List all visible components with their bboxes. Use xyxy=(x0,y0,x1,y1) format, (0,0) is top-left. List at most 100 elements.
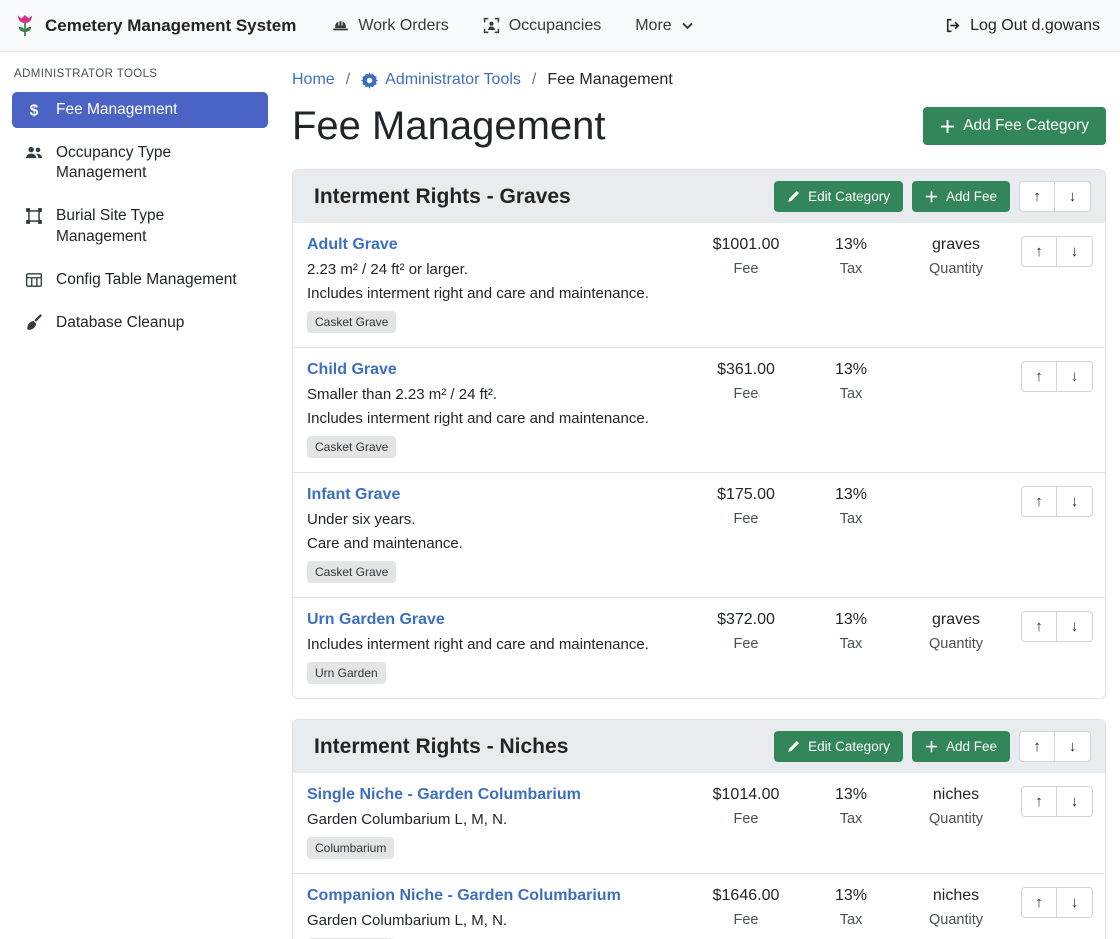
move-fee-up-button[interactable]: ↑ xyxy=(1021,236,1057,267)
fee-move-group: ↑ ↓ xyxy=(1021,486,1093,517)
move-fee-up-button[interactable]: ↑ xyxy=(1021,786,1057,817)
chevron-down-icon xyxy=(681,19,694,32)
arrow-down-icon: ↓ xyxy=(1071,618,1079,635)
svg-text:$: $ xyxy=(30,103,39,119)
fee-move-group: ↑ ↓ xyxy=(1021,361,1093,392)
plus-icon xyxy=(925,740,938,753)
sidebar-item-label: Fee Management xyxy=(56,100,178,120)
move-category-down-button[interactable]: ↓ xyxy=(1055,731,1091,762)
fee-description-1: Under six years. xyxy=(307,511,681,528)
fee-quantity-column: graves Quantity xyxy=(901,236,1011,277)
fee-row: Single Niche - Garden Columbarium Garden… xyxy=(293,773,1105,873)
fee-quantity-column: graves Quantity xyxy=(901,611,1011,652)
fee-amount: $361.00 xyxy=(691,361,801,379)
fee-amount-label: Fee xyxy=(691,636,801,652)
sidebar-item[interactable]: Database Cleanup xyxy=(12,305,268,341)
page-title: Fee Management xyxy=(292,103,606,149)
move-fee-down-button[interactable]: ↓ xyxy=(1057,361,1093,392)
fee-amount-label: Fee xyxy=(691,386,801,402)
nav-work-orders[interactable]: Work Orders xyxy=(332,17,448,35)
move-fee-up-button[interactable]: ↑ xyxy=(1021,361,1057,392)
move-fee-down-button[interactable]: ↓ xyxy=(1057,786,1093,817)
fee-description-1: Garden Columbarium L, M, N. xyxy=(307,912,681,929)
arrow-down-icon: ↓ xyxy=(1071,243,1079,260)
edit-category-button[interactable]: Edit Category xyxy=(774,181,903,212)
fee-quantity-column: niches Quantity xyxy=(901,887,1011,928)
fee-name-link[interactable]: Infant Grave xyxy=(307,486,400,504)
fee-name-link[interactable]: Companion Niche - Garden Columbarium xyxy=(307,887,621,905)
category-title: Interment Rights - Graves xyxy=(314,185,571,209)
sidebar-title: ADMINISTRATOR TOOLS xyxy=(14,68,266,80)
sidebar-item[interactable]: Config Table Management xyxy=(12,262,268,298)
fee-tax: 13% xyxy=(801,786,901,804)
fee-tax-column: 13% Tax xyxy=(801,486,901,527)
add-fee-button[interactable]: Add Fee xyxy=(912,181,1010,212)
breadcrumb-separator: / xyxy=(532,71,536,89)
arrow-up-icon: ↑ xyxy=(1035,493,1043,510)
main-content: Home / Administrator Tools / Fee Managem… xyxy=(280,52,1120,939)
fee-quantity: graves xyxy=(901,611,1011,629)
edit-category-button[interactable]: Edit Category xyxy=(774,731,903,762)
fee-amount-column: $1646.00 Fee xyxy=(691,887,801,928)
nav-more[interactable]: More xyxy=(635,17,693,35)
fee-amount-column: $1001.00 Fee xyxy=(691,236,801,277)
fee-category-card: Interment Rights - Niches Edit Category … xyxy=(292,719,1106,939)
logout-link[interactable]: Log Out d.gowans xyxy=(944,17,1100,35)
fee-row: Adult Grave 2.23 m² / 24 ft² or larger. … xyxy=(293,223,1105,347)
breadcrumb-admin-tools[interactable]: Administrator Tools xyxy=(361,71,521,89)
app-title: Cemetery Management System xyxy=(45,16,296,36)
sidebar-item[interactable]: Burial Site Type Management xyxy=(12,198,268,254)
move-category-down-button[interactable]: ↓ xyxy=(1055,181,1091,212)
move-fee-down-button[interactable]: ↓ xyxy=(1057,486,1093,517)
breadcrumb-current: Fee Management xyxy=(547,71,672,89)
fee-move-group: ↑ ↓ xyxy=(1021,236,1093,267)
fee-name-link[interactable]: Urn Garden Grave xyxy=(307,611,445,629)
category-header: Interment Rights - Graves Edit Category … xyxy=(293,170,1105,223)
fee-amount-label: Fee xyxy=(691,261,801,277)
add-fee-button[interactable]: Add Fee xyxy=(912,731,1010,762)
fee-amount-column: $1014.00 Fee xyxy=(691,786,801,827)
sidebar-item[interactable]: Occupancy Type Management xyxy=(12,135,268,191)
fee-quantity-label: Quantity xyxy=(901,811,1011,827)
pencil-icon xyxy=(787,190,800,203)
fee-quantity-label: Quantity xyxy=(901,912,1011,928)
move-fee-up-button[interactable]: ↑ xyxy=(1021,611,1057,642)
fee-quantity-column: niches Quantity xyxy=(901,786,1011,827)
fee-amount: $372.00 xyxy=(691,611,801,629)
move-fee-up-button[interactable]: ↑ xyxy=(1021,887,1057,918)
fee-name-link[interactable]: Adult Grave xyxy=(307,236,398,254)
fee-row: Child Grave Smaller than 2.23 m² / 24 ft… xyxy=(293,347,1105,472)
fee-amount-column: $372.00 Fee xyxy=(691,611,801,652)
sidebar-items: $ Fee Management Occupancy Type Manageme… xyxy=(12,92,268,341)
move-category-up-button[interactable]: ↑ xyxy=(1019,731,1055,762)
move-fee-down-button[interactable]: ↓ xyxy=(1057,611,1093,642)
fee-amount: $1646.00 xyxy=(691,887,801,905)
arrow-up-icon: ↑ xyxy=(1033,188,1041,205)
fee-name-link[interactable]: Single Niche - Garden Columbarium xyxy=(307,786,581,804)
app-brand[interactable]: Cemetery Management System xyxy=(14,13,296,39)
arrow-up-icon: ↑ xyxy=(1035,894,1043,911)
move-fee-down-button[interactable]: ↓ xyxy=(1057,236,1093,267)
sidebar-item[interactable]: $ Fee Management xyxy=(12,92,268,128)
arrow-down-icon: ↓ xyxy=(1071,493,1079,510)
fee-tax-column: 13% Tax xyxy=(801,361,901,402)
arrow-up-icon: ↑ xyxy=(1035,618,1043,635)
fee-name-link[interactable]: Child Grave xyxy=(307,361,397,379)
breadcrumb-home[interactable]: Home xyxy=(292,71,335,89)
sidebar-item-label: Occupancy Type Management xyxy=(56,143,256,183)
move-fee-down-button[interactable]: ↓ xyxy=(1057,887,1093,918)
fee-quantity-label: Quantity xyxy=(901,636,1011,652)
add-fee-category-button[interactable]: Add Fee Category xyxy=(923,107,1106,145)
fee-quantity-label: Quantity xyxy=(901,261,1011,277)
fee-row: Infant Grave Under six years. Care and m… xyxy=(293,472,1105,597)
users-icon xyxy=(24,144,44,162)
fee-quantity: graves xyxy=(901,236,1011,254)
move-fee-up-button[interactable]: ↑ xyxy=(1021,486,1057,517)
nav-occupancies[interactable]: Occupancies xyxy=(483,17,602,35)
category-move-group: ↑ ↓ xyxy=(1019,731,1091,762)
fee-description-2: Includes interment right and care and ma… xyxy=(307,410,681,427)
fee-description-2: Care and maintenance. xyxy=(307,535,681,552)
hardhat-icon xyxy=(332,17,349,34)
move-category-up-button[interactable]: ↑ xyxy=(1019,181,1055,212)
fee-type-badge: Columbarium xyxy=(307,837,394,859)
